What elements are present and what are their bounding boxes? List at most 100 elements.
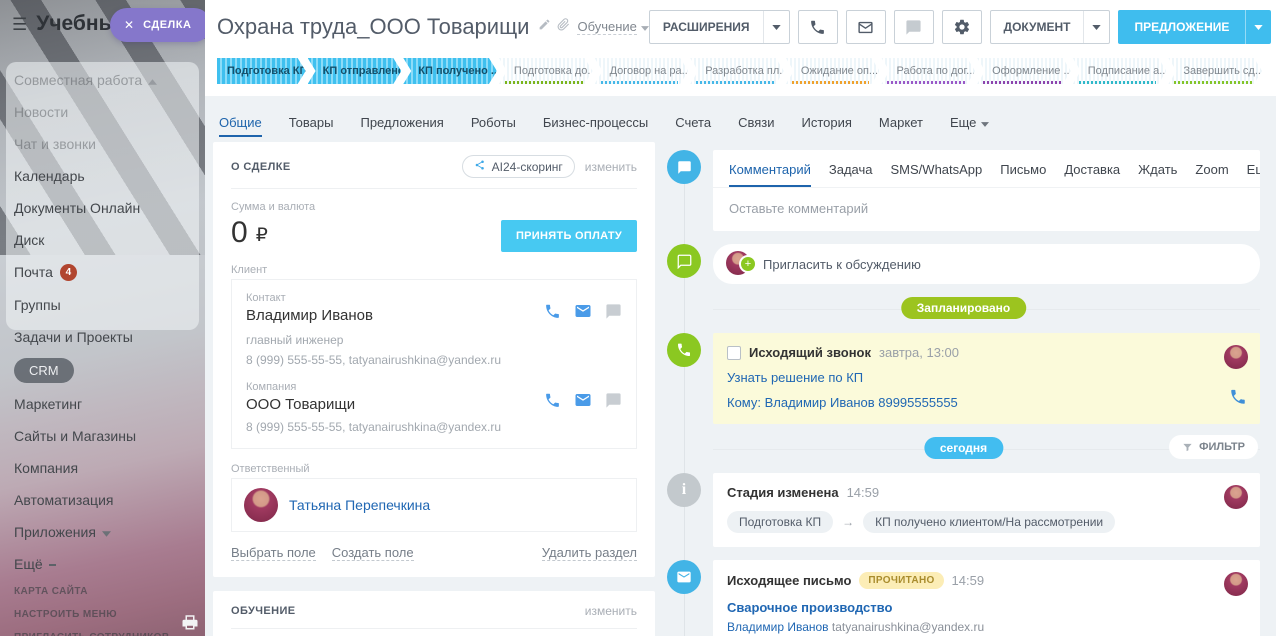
stage-item[interactable]: КП получено ... <box>403 58 497 84</box>
tab-dependencies[interactable]: Связи <box>738 115 774 137</box>
stage-item[interactable]: Разработка пл... <box>690 58 784 84</box>
deal-entity-chip[interactable]: ✕ СДЕЛКА <box>110 8 205 42</box>
edit-title-icon[interactable] <box>538 18 551 36</box>
invite-discussion-bar[interactable]: + Пригласить к обсуждению <box>713 244 1260 284</box>
timeline-tab-delivery[interactable]: Доставка <box>1064 162 1120 187</box>
printer-icon[interactable] <box>181 613 199 636</box>
timeline-tab-more[interactable]: Еще <box>1247 162 1260 187</box>
select-field-link[interactable]: Выбрать поле <box>231 545 316 561</box>
complete-call-checkbox[interactable] <box>727 346 741 360</box>
chevron-down-icon[interactable] <box>641 18 649 36</box>
settings-button[interactable] <box>942 10 982 44</box>
sidebar-item-news[interactable]: Новости <box>0 96 205 128</box>
timeline-tab-wait[interactable]: Ждать <box>1138 162 1177 187</box>
chat-icon[interactable] <box>605 303 622 325</box>
close-icon[interactable]: ✕ <box>124 18 134 32</box>
sidebar-item-crm[interactable]: CRM <box>0 353 205 388</box>
sidebar-item-groups[interactable]: Группы <box>0 289 205 321</box>
call-now-icon[interactable] <box>1229 388 1247 411</box>
proposal-button[interactable]: ПРЕДЛОЖЕНИЕ <box>1118 10 1271 44</box>
company-details[interactable]: 8 (999) 555-55-55, tatyanairushkina@yand… <box>246 420 622 434</box>
envelope-icon[interactable] <box>574 391 592 414</box>
tab-workflows[interactable]: Бизнес-процессы <box>543 115 648 137</box>
deal-amount[interactable]: 0 <box>231 216 248 249</box>
accept-payment-button[interactable]: ПРИНЯТЬ ОПЛАТУ <box>501 220 637 252</box>
sidebar-item-apps[interactable]: Приложения <box>0 516 205 548</box>
edit-section-link[interactable]: изменить <box>585 160 637 174</box>
sidebar-item-tasks-projects[interactable]: Задачи и Проекты <box>0 321 205 353</box>
tab-more[interactable]: Еще <box>950 115 989 137</box>
delete-section-link[interactable]: Удалить раздел <box>542 545 637 561</box>
deal-category-link[interactable]: Обучение <box>577 19 636 35</box>
tab-robots[interactable]: Роботы <box>471 115 516 137</box>
chat-icon[interactable] <box>605 392 622 414</box>
timeline-tab-zoom[interactable]: Zoom <box>1195 162 1228 187</box>
avatar <box>1224 485 1248 509</box>
sidebar-item-more[interactable]: Ещё <box>0 548 205 580</box>
responsible-name-link[interactable]: Татьяна Перепечкина <box>289 497 430 513</box>
create-field-link[interactable]: Создать поле <box>332 545 414 561</box>
planned-divider: Запланировано <box>667 297 1260 321</box>
call-subject-link[interactable]: Узнать решение по КП <box>727 370 863 385</box>
sidebar-item-drive[interactable]: Диск <box>0 224 205 256</box>
timeline-tab-sms[interactable]: SMS/WhatsApp <box>891 162 983 187</box>
stage-item[interactable]: Ожидание оп... <box>786 58 880 84</box>
stage-item[interactable]: КП отправлено <box>308 58 402 84</box>
sitemap-link[interactable]: КАРТА САЙТА <box>0 580 205 603</box>
extensions-dropdown-caret[interactable] <box>763 11 789 43</box>
chat-button[interactable] <box>894 10 934 44</box>
sidebar-item-marketing[interactable]: Маркетинг <box>0 388 205 420</box>
sidebar-item-sites-stores[interactable]: Сайты и Магазины <box>0 420 205 452</box>
tab-general[interactable]: Общие <box>219 115 262 137</box>
call-recipient[interactable]: Кому: Владимир Иванов 89995555555 <box>727 395 1246 410</box>
tab-history[interactable]: История <box>802 115 852 137</box>
responsible-box: Татьяна Перепечкина <box>231 478 637 532</box>
paperclip-icon[interactable] <box>557 18 570 36</box>
sidebar-item-chat-calls[interactable]: Чат и звонки <box>0 128 205 160</box>
phone-icon[interactable] <box>544 303 561 325</box>
timeline-tab-comment[interactable]: Комментарий <box>729 162 811 187</box>
invite-employees-link[interactable]: ПРИГЛАСИТЬ СОТРУДНИКОВ <box>0 626 205 636</box>
call-title[interactable]: Исходящий звонок <box>749 345 871 360</box>
stage-item[interactable]: Подготовка КП <box>217 58 306 84</box>
phone-icon[interactable] <box>544 392 561 414</box>
sidebar-item-mail[interactable]: Почта4 <box>0 256 205 289</box>
comment-input[interactable]: Оставьте комментарий <box>713 188 1260 231</box>
extensions-button[interactable]: РАСШИРЕНИЯ <box>649 10 790 44</box>
sidebar-item-company[interactable]: Компания <box>0 452 205 484</box>
page-title: Охрана труда_ООО Товарищи <box>217 14 529 40</box>
email-button[interactable] <box>846 10 886 44</box>
stage-item[interactable]: Договор на ра... <box>595 58 689 84</box>
timeline-tab-email[interactable]: Письмо <box>1000 162 1046 187</box>
contact-name[interactable]: Владимир Иванов <box>246 307 373 324</box>
document-button[interactable]: ДОКУМЕНТ <box>990 10 1111 44</box>
tab-invoices[interactable]: Счета <box>675 115 711 137</box>
timeline-tab-task[interactable]: Задача <box>829 162 873 187</box>
email-subject-link[interactable]: Сварочное производство <box>727 600 1246 615</box>
configure-menu-link[interactable]: НАСТРОИТЬ МЕНЮ <box>0 603 205 626</box>
contact-details[interactable]: 8 (999) 555-55-55, tatyanairushkina@yand… <box>246 353 622 367</box>
add-participant-icon[interactable]: + <box>739 255 757 273</box>
filter-button[interactable]: ФИЛЬТР <box>1169 435 1258 459</box>
sidebar-item-collaboration[interactable]: Совместная работа <box>0 64 205 96</box>
sidebar-item-calendar[interactable]: Календарь <box>0 160 205 192</box>
tab-quotes[interactable]: Предложения <box>360 115 443 137</box>
call-button[interactable] <box>798 10 838 44</box>
tab-market[interactable]: Маркет <box>879 115 923 137</box>
stage-item[interactable]: Подписание а... <box>1073 58 1167 84</box>
company-name[interactable]: ООО Товарищи <box>246 396 355 413</box>
sidebar-item-automation[interactable]: Автоматизация <box>0 484 205 516</box>
stage-item[interactable]: Оформление ... <box>977 58 1071 84</box>
sidebar-item-documents[interactable]: Документы Онлайн <box>0 192 205 224</box>
edit-section-link[interactable]: изменить <box>585 604 637 618</box>
stage-item[interactable]: Подготовка до... <box>499 58 593 84</box>
tab-products[interactable]: Товары <box>289 115 334 137</box>
hamburger-menu-icon[interactable]: ☰ <box>12 16 27 33</box>
envelope-icon[interactable] <box>574 302 592 325</box>
stage-item[interactable]: Завершить сд... <box>1168 58 1262 84</box>
stage-item[interactable]: Работа по дог... <box>881 58 975 84</box>
email-sender-name[interactable]: Владимир Иванов <box>727 620 829 634</box>
proposal-dropdown-caret[interactable] <box>1245 10 1271 44</box>
ai-scoring-badge[interactable]: AI24-скоринг <box>462 155 575 178</box>
document-dropdown-caret[interactable] <box>1083 11 1109 43</box>
